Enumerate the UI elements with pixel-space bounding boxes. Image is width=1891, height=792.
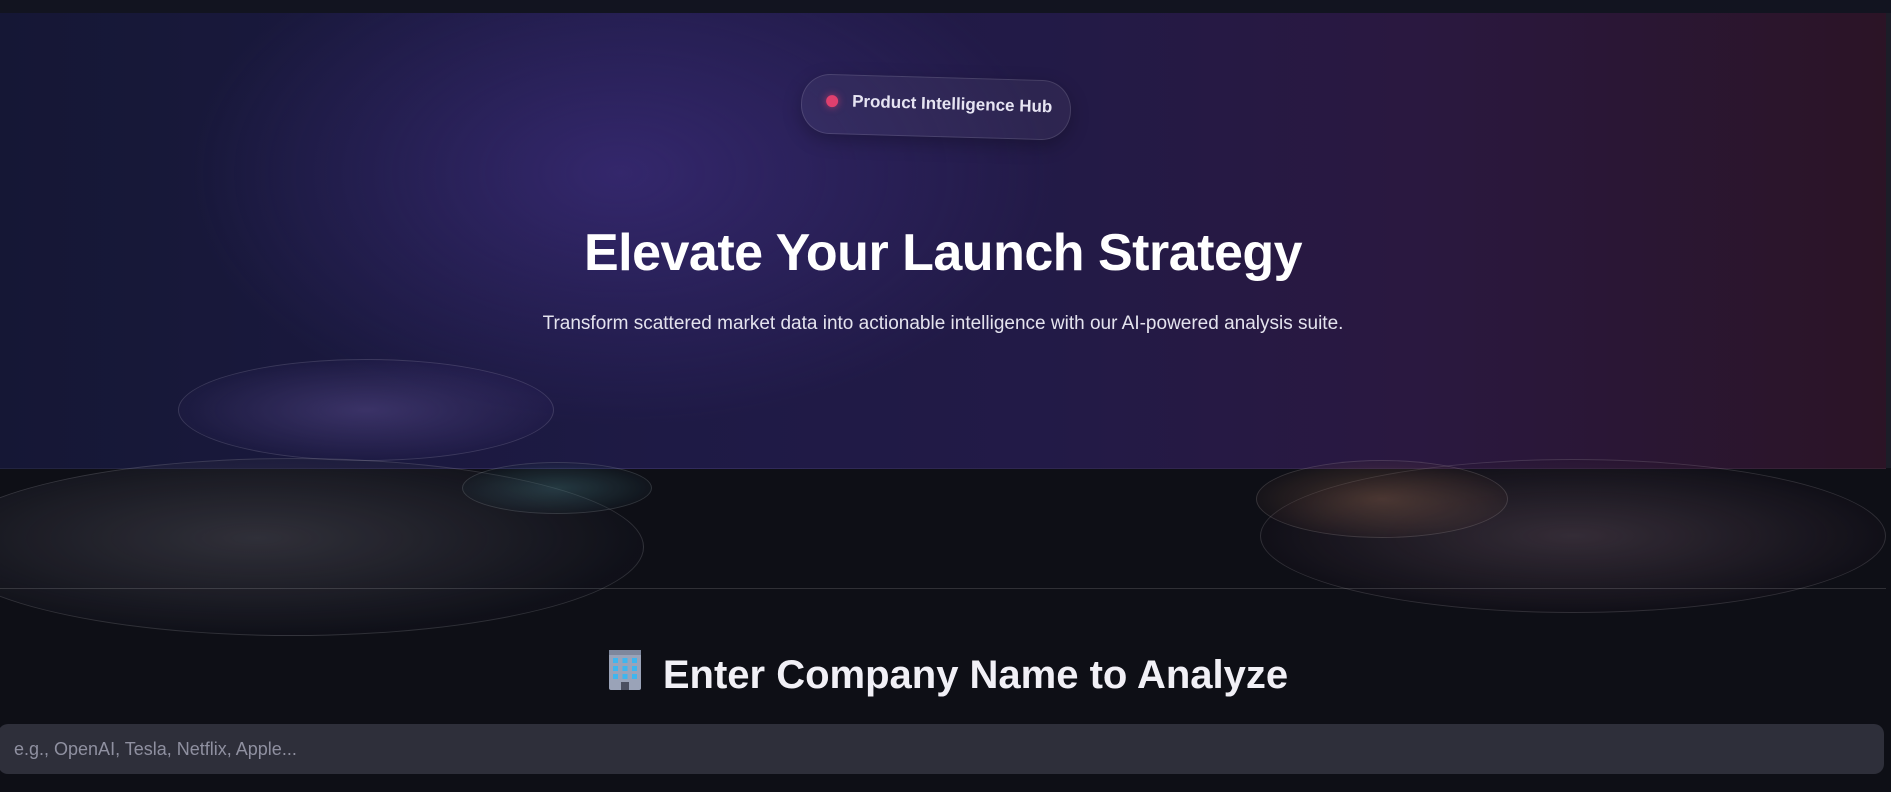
- analyze-heading: Enter Company Name to Analyze: [662, 653, 1289, 697]
- analyze-heading-row: Enter Company Name to Analyze: [0, 648, 1891, 698]
- hero-title: Elevate Your Launch Strategy: [583, 224, 1303, 282]
- top-bar: [0, 0, 1891, 13]
- office-building-icon: [603, 648, 647, 692]
- status-dot-icon: [825, 94, 839, 108]
- product-badge: Product Intelligence Hub: [800, 73, 1072, 141]
- decorative-bubble: [462, 462, 652, 514]
- hero-subtitle: Transform scattered market data into act…: [542, 313, 1344, 334]
- section-divider: [0, 588, 1886, 589]
- decorative-bubble: [178, 359, 554, 461]
- decorative-bubble: [1256, 460, 1508, 538]
- badge-label: Product Intelligence Hub: [851, 91, 1053, 117]
- page-scrollbar[interactable]: [1886, 13, 1891, 468]
- company-name-input[interactable]: [0, 724, 1884, 774]
